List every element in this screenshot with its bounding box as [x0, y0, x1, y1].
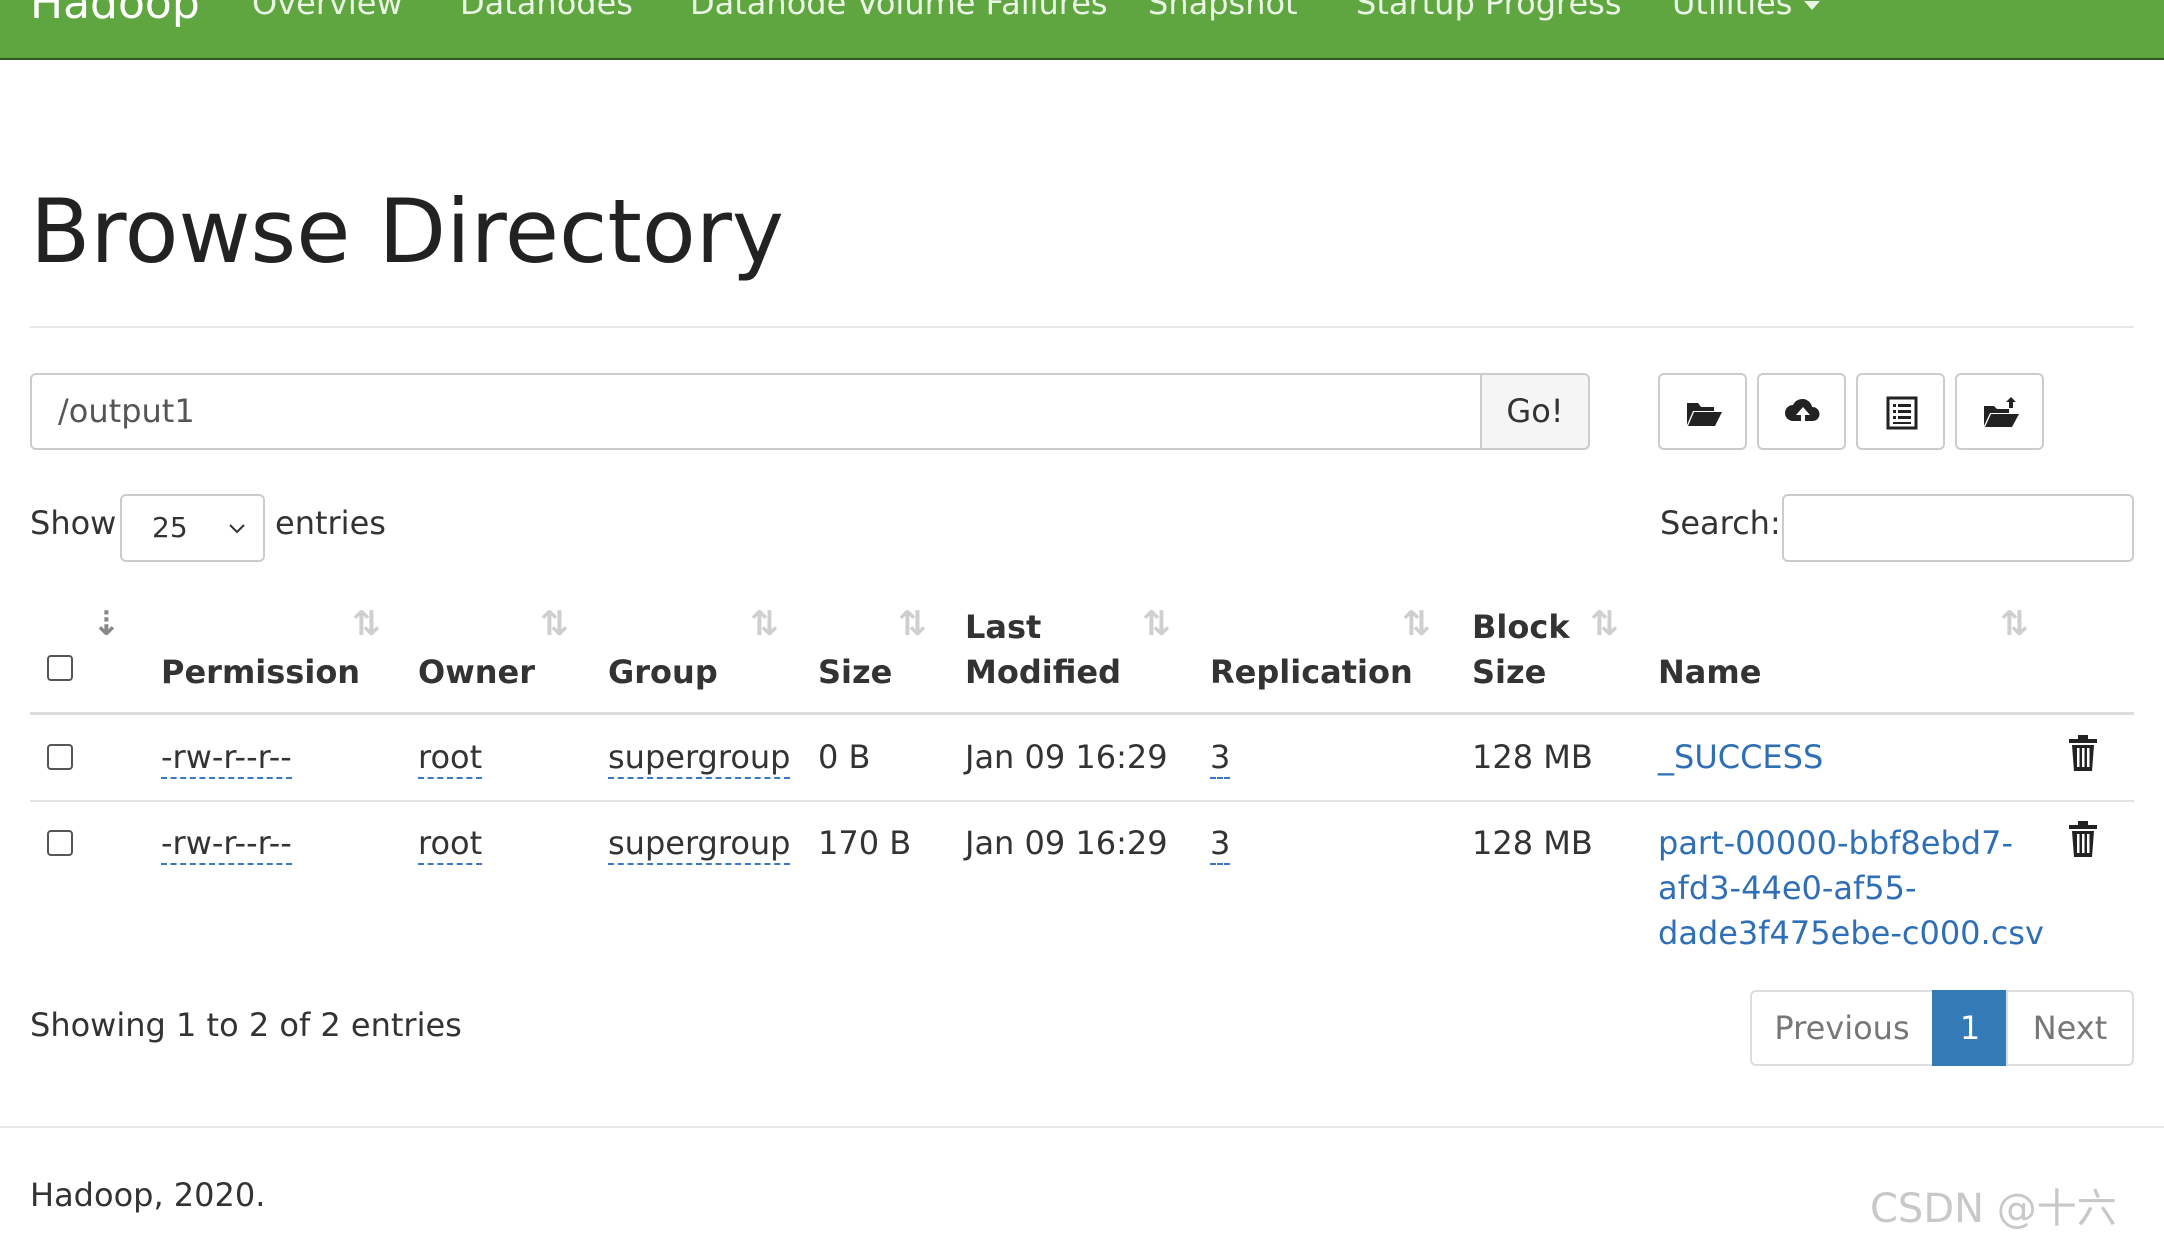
list-icon [1886, 396, 1918, 430]
sort-icon[interactable]: ⇅ [1590, 604, 1619, 644]
nav-utilities-label: Utilities [1672, 0, 1793, 22]
divider [30, 326, 2134, 328]
nav-datanodes[interactable]: Datanodes [460, 0, 633, 22]
sort-icon[interactable]: ⇅ [750, 604, 779, 644]
trash-icon[interactable] [2068, 820, 2098, 858]
go-button[interactable]: Go! [1480, 373, 1590, 450]
chevron-down-icon [229, 524, 245, 534]
header-last-modified-line1[interactable]: Last [965, 605, 1041, 650]
folder-move-icon [1984, 397, 2019, 427]
last-modified-value: Jan 09 16:29 [965, 824, 1168, 862]
file-name-link[interactable]: _SUCCESS [1658, 735, 1823, 780]
block-size-value: 128 MB [1472, 738, 1593, 776]
file-name-link-line1[interactable]: part-00000-bbf8ebd7- [1658, 821, 2013, 866]
show-label: Show [30, 504, 117, 542]
table-info: Showing 1 to 2 of 2 entries [30, 1006, 462, 1044]
header-group[interactable]: Group [608, 650, 718, 695]
sort-icon[interactable]: ⇅ [2000, 604, 2029, 644]
row-divider [30, 800, 2134, 802]
select-all-checkbox[interactable] [47, 655, 73, 681]
sort-icon[interactable]: ⇅ [1142, 604, 1171, 644]
size-value: 170 B [818, 824, 912, 862]
header-block-size-line2[interactable]: Size [1472, 650, 1546, 695]
caret-down-icon [1804, 0, 1821, 10]
header-owner[interactable]: Owner [418, 650, 535, 695]
group-value[interactable]: supergroup [608, 738, 791, 779]
nav-startup-progress[interactable]: Startup Progress [1356, 0, 1622, 22]
entries-label: entries [275, 504, 386, 542]
brand-logo[interactable]: Hadoop [30, 0, 200, 29]
top-navbar: Hadoop Overview Datanodes Datanode Volum… [0, 0, 2164, 60]
sort-icon[interactable]: ⇅ [1402, 604, 1431, 644]
file-name-link-line2[interactable]: afd3-44e0-af55- [1658, 866, 1917, 911]
page-title: Browse Directory [30, 180, 784, 283]
file-name-link-line3[interactable]: dade3f475ebe-c000.csv [1658, 911, 2044, 956]
watermark: CSDN @十六 [1870, 1186, 2117, 1232]
last-modified-value: Jan 09 16:29 [965, 738, 1168, 776]
group-value[interactable]: supergroup [608, 824, 791, 865]
footer-divider [0, 1126, 2164, 1128]
nav-snapshot[interactable]: Snapshot [1148, 0, 1298, 22]
sort-icon[interactable]: ⇅ [540, 604, 569, 644]
header-block-size-line1[interactable]: Block [1472, 605, 1570, 650]
replication-value[interactable]: 3 [1210, 824, 1231, 865]
nav-datanode-volume-failures[interactable]: Datanode Volume Failures [690, 0, 1108, 22]
row-checkbox[interactable] [47, 830, 73, 856]
header-replication[interactable]: Replication [1210, 650, 1413, 695]
folder-open-icon [1687, 403, 1722, 426]
header-name[interactable]: Name [1658, 650, 1761, 695]
entries-per-page-select[interactable]: 25 [120, 494, 265, 562]
header-last-modified-line2[interactable]: Modified [965, 650, 1121, 695]
permission-value[interactable]: -rw-r--r-- [161, 824, 292, 865]
owner-value[interactable]: root [418, 824, 483, 865]
block-size-value: 128 MB [1472, 824, 1593, 862]
replication-value[interactable]: 3 [1210, 738, 1231, 779]
sort-icon[interactable]: ⇅ [352, 604, 381, 644]
footer-text: Hadoop, 2020. [30, 1176, 266, 1214]
nav-utilities-dropdown[interactable]: Utilities [1672, 0, 1821, 22]
previous-page-button[interactable]: Previous [1750, 990, 1934, 1066]
owner-value[interactable]: root [418, 738, 483, 779]
header-size[interactable]: Size [818, 650, 892, 695]
directory-path-input[interactable]: /output1 [30, 373, 1482, 450]
nav-overview[interactable]: Overview [252, 0, 403, 22]
header-permission[interactable]: Permission [161, 650, 360, 695]
row-checkbox[interactable] [47, 744, 73, 770]
page-1-button[interactable]: 1 [1932, 990, 2008, 1066]
next-page-button[interactable]: Next [2006, 990, 2134, 1066]
upload-files-button[interactable] [1757, 373, 1846, 450]
entries-selected-value: 25 [152, 511, 188, 544]
permission-value[interactable]: -rw-r--r-- [161, 738, 292, 779]
paste-button[interactable] [1955, 373, 2044, 450]
cloud-upload-icon [1785, 398, 1820, 425]
trash-icon[interactable] [2068, 734, 2098, 772]
sort-icon[interactable]: ⇅ [898, 604, 927, 644]
search-input[interactable] [1782, 494, 2134, 562]
cut-copy-list-button[interactable] [1856, 373, 1945, 450]
sort-active-icon[interactable]: ⇣ [92, 604, 121, 644]
header-divider [30, 712, 2134, 715]
search-label: Search: [1660, 504, 1781, 542]
create-directory-button[interactable] [1658, 373, 1747, 450]
size-value: 0 B [818, 738, 871, 776]
